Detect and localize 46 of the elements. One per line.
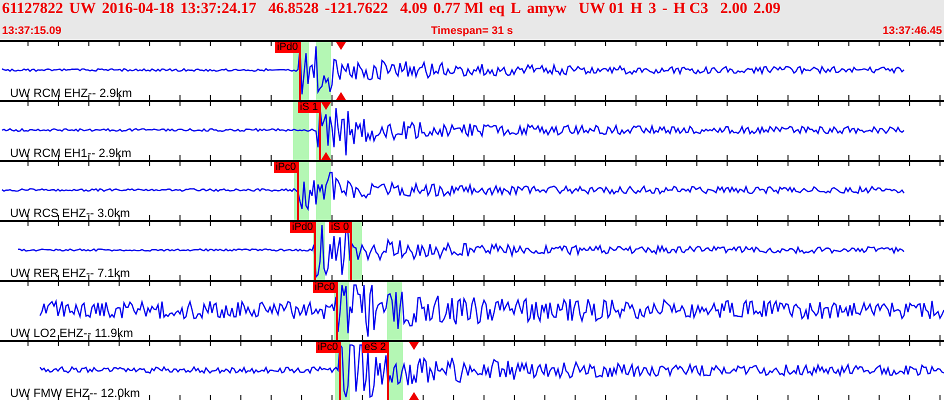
event-field: 4.09 [400,0,428,18]
event-field: 46.8528 [268,0,319,18]
event-field: L [510,0,521,18]
event-field: UW [69,0,96,18]
pick-label[interactable]: eS 2 [362,342,388,353]
pick-line [387,342,389,400]
pick-line [339,342,341,400]
timespan: Timespan= 31 s [430,25,514,37]
event-field: -121.7622 [324,0,388,18]
event-field: H C3 [673,0,708,18]
channel-label: UW FMW EHZ-- 12.0km [10,387,140,400]
pick-label[interactable]: iPd0 [290,222,315,233]
channel-label: UW RER EHZ-- 7.1km [10,267,130,280]
pick-line [314,222,316,280]
event-field: 2.09 [753,0,780,18]
event-field: - [662,0,668,18]
channel-label: UW RCM EHZ-- 2.9km [10,87,132,100]
start-time: 13:37:15.09 [2,25,62,37]
marker-icon [321,102,331,160]
pick-label[interactable]: iS 1 [298,102,320,113]
pick-label[interactable]: iS 0 [328,222,351,233]
event-field: amyw [526,0,567,18]
marker-icon [409,342,419,400]
event-field: 2.00 [720,0,748,18]
pick-line [297,162,299,220]
pick-label[interactable]: iPc0 [316,342,340,353]
pick-line [350,222,352,280]
channel-label: UW RCS EHZ-- 3.0km [10,207,130,220]
pick-line [299,42,301,100]
marker-icon [336,42,346,100]
event-field: 0.77 Ml [433,0,484,18]
channel-label: UW RCM EH1-- 2.9km [10,147,132,160]
channel-label: UW LO2 EHZ-- 11.9km [10,327,134,340]
event-field: 3 [648,0,656,18]
end-time: 13:37:46.45 [882,25,942,37]
pick-label[interactable]: iPd0 [274,42,300,53]
event-field: UW 01 [578,0,624,18]
pick-line [319,102,321,160]
event-field: eq [489,0,505,18]
event-field: 2016-04-18 [102,0,174,18]
pick-label[interactable]: iPc0 [312,282,337,293]
pick-line [336,282,338,340]
event-field: 13:37:24.17 [180,0,256,18]
event-field: H [630,0,642,18]
event-field: 61127822 [2,0,64,18]
pick-label[interactable]: iPc0 [274,162,298,173]
